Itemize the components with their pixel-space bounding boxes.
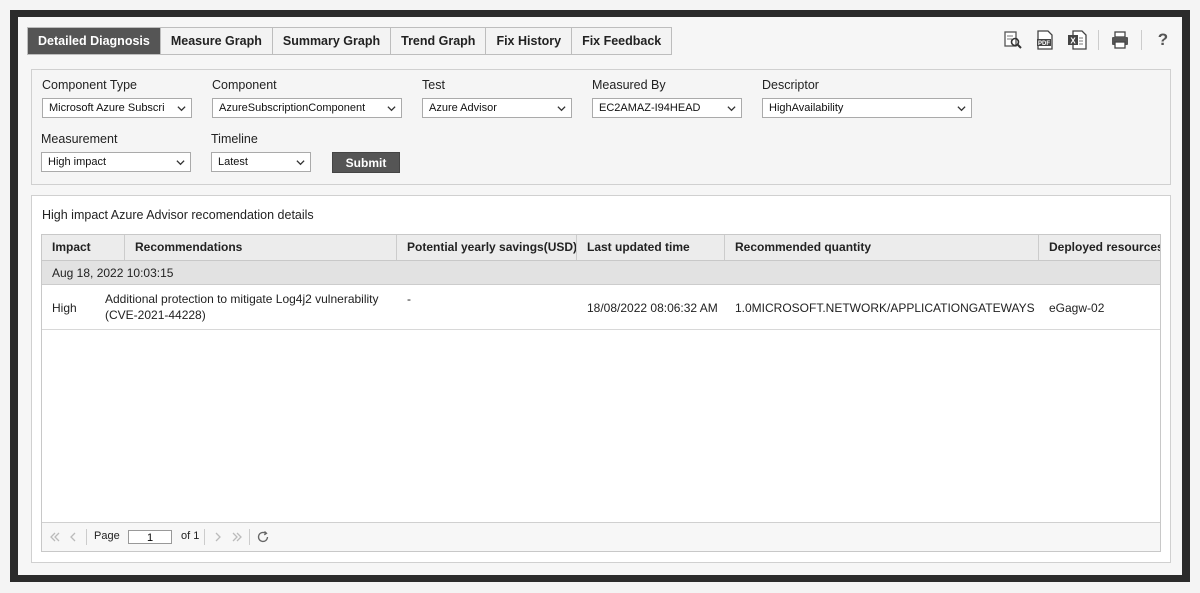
measured-by-field: Measured By EC2AMAZ-I94HEAD: [592, 78, 742, 118]
descriptor-value: HighAvailability: [769, 102, 844, 114]
chevron-down-icon: [557, 106, 566, 112]
component-select[interactable]: AzureSubscriptionComponent: [212, 98, 402, 118]
timeline-select[interactable]: Latest: [211, 152, 311, 172]
toolbar: PDF X ?: [1002, 29, 1174, 51]
tab-trend-graph[interactable]: Trend Graph: [391, 28, 487, 54]
cell-last-updated: 18/08/2022 08:06:32 AM: [587, 301, 718, 315]
main-panel: Detailed Diagnosis Measure Graph Summary…: [18, 17, 1182, 575]
measured-by-select[interactable]: EC2AMAZ-I94HEAD: [592, 98, 742, 118]
prev-page-icon[interactable]: [66, 530, 80, 544]
next-page-icon[interactable]: [211, 530, 225, 544]
test-value: Azure Advisor: [429, 102, 497, 114]
tab-fix-feedback[interactable]: Fix Feedback: [572, 28, 671, 54]
chevron-down-icon: [296, 160, 305, 166]
results-grid: Impact Recommendations Potential yearly …: [41, 234, 1161, 552]
grid-header: Impact Recommendations Potential yearly …: [42, 235, 1160, 261]
cell-recommendation-line2: (CVE-2021-44228): [105, 308, 206, 322]
print-icon[interactable]: [1109, 29, 1131, 51]
toolbar-divider: [1141, 30, 1142, 50]
pager-divider: [204, 529, 205, 545]
group-row: Aug 18, 2022 10:03:15: [42, 261, 1160, 285]
first-page-icon[interactable]: [48, 530, 62, 544]
cell-quantity: 1.0MICROSOFT.NETWORK/APPLICATIONGATEWAYS: [735, 301, 1035, 315]
descriptor-field: Descriptor HighAvailability: [762, 78, 972, 118]
chevron-down-icon: [387, 106, 396, 112]
chevron-down-icon: [177, 106, 186, 112]
timeline-field: Timeline Latest: [211, 132, 311, 172]
cell-savings: -: [407, 292, 411, 306]
component-type-select[interactable]: Microsoft Azure Subscri: [42, 98, 192, 118]
measured-by-value: EC2AMAZ-I94HEAD: [599, 102, 701, 114]
pdf-icon[interactable]: PDF: [1034, 29, 1056, 51]
table-row[interactable]: High Additional protection to mitigate L…: [42, 286, 1160, 330]
tab-bar: Detailed Diagnosis Measure Graph Summary…: [27, 27, 673, 55]
component-type-label: Component Type: [42, 78, 137, 92]
component-type-field: Component Type Microsoft Azure Subscri: [42, 78, 192, 118]
column-header-recommendations[interactable]: Recommendations: [125, 235, 397, 260]
pager: Page 1 of 1: [42, 522, 1160, 551]
timeline-value: Latest: [218, 156, 248, 168]
cell-deployed: eGagw-02: [1049, 301, 1105, 315]
component-value: AzureSubscriptionComponent: [219, 102, 366, 114]
component-type-value: Microsoft Azure Subscri: [49, 102, 165, 114]
page-count-label: of 1: [181, 530, 200, 542]
results-panel: High impact Azure Advisor recomendation …: [31, 195, 1171, 563]
test-label: Test: [422, 78, 445, 92]
last-page-icon[interactable]: [230, 530, 244, 544]
filter-panel: Component Type Microsoft Azure Subscri C…: [31, 69, 1171, 185]
test-select[interactable]: Azure Advisor: [422, 98, 572, 118]
descriptor-select[interactable]: HighAvailability: [762, 98, 972, 118]
component-label: Component: [212, 78, 277, 92]
page-label: Page: [94, 530, 120, 542]
measurement-select[interactable]: High impact: [41, 152, 191, 172]
submit-button[interactable]: Submit: [332, 152, 400, 173]
toolbar-divider: [1098, 30, 1099, 50]
column-header-impact[interactable]: Impact: [42, 235, 125, 260]
svg-text:X: X: [1070, 37, 1076, 46]
help-icon[interactable]: ?: [1152, 29, 1174, 51]
measurement-field: Measurement High impact: [41, 132, 191, 172]
refresh-icon[interactable]: [256, 530, 270, 544]
tab-detailed-diagnosis[interactable]: Detailed Diagnosis: [28, 28, 161, 54]
timeline-label: Timeline: [211, 132, 258, 146]
pager-divider: [86, 529, 87, 545]
page-number-input[interactable]: 1: [128, 530, 172, 544]
tab-measure-graph[interactable]: Measure Graph: [161, 28, 273, 54]
column-header-quantity[interactable]: Recommended quantity: [725, 235, 1039, 260]
excel-icon[interactable]: X: [1066, 29, 1088, 51]
search-report-icon[interactable]: [1002, 29, 1024, 51]
descriptor-label: Descriptor: [762, 78, 819, 92]
chevron-down-icon: [727, 106, 736, 112]
pager-divider: [249, 529, 250, 545]
svg-text:PDF: PDF: [1038, 41, 1050, 47]
cell-impact: High: [52, 301, 77, 315]
results-title: High impact Azure Advisor recomendation …: [42, 208, 314, 222]
measured-by-label: Measured By: [592, 78, 666, 92]
measurement-label: Measurement: [41, 132, 118, 146]
window-frame: Detailed Diagnosis Measure Graph Summary…: [10, 10, 1190, 582]
column-header-deployed[interactable]: Deployed resources: [1039, 235, 1160, 260]
chevron-down-icon: [957, 106, 966, 112]
measurement-value: High impact: [48, 156, 107, 168]
column-header-savings[interactable]: Potential yearly savings(USD): [397, 235, 577, 260]
component-field: Component AzureSubscriptionComponent: [212, 78, 402, 118]
tab-fix-history[interactable]: Fix History: [486, 28, 573, 54]
column-header-last-updated[interactable]: Last updated time: [577, 235, 725, 260]
tab-summary-graph[interactable]: Summary Graph: [273, 28, 392, 54]
test-field: Test Azure Advisor: [422, 78, 572, 118]
cell-recommendation-line1: Additional protection to mitigate Log4j2…: [105, 292, 379, 306]
chevron-down-icon: [176, 160, 185, 166]
